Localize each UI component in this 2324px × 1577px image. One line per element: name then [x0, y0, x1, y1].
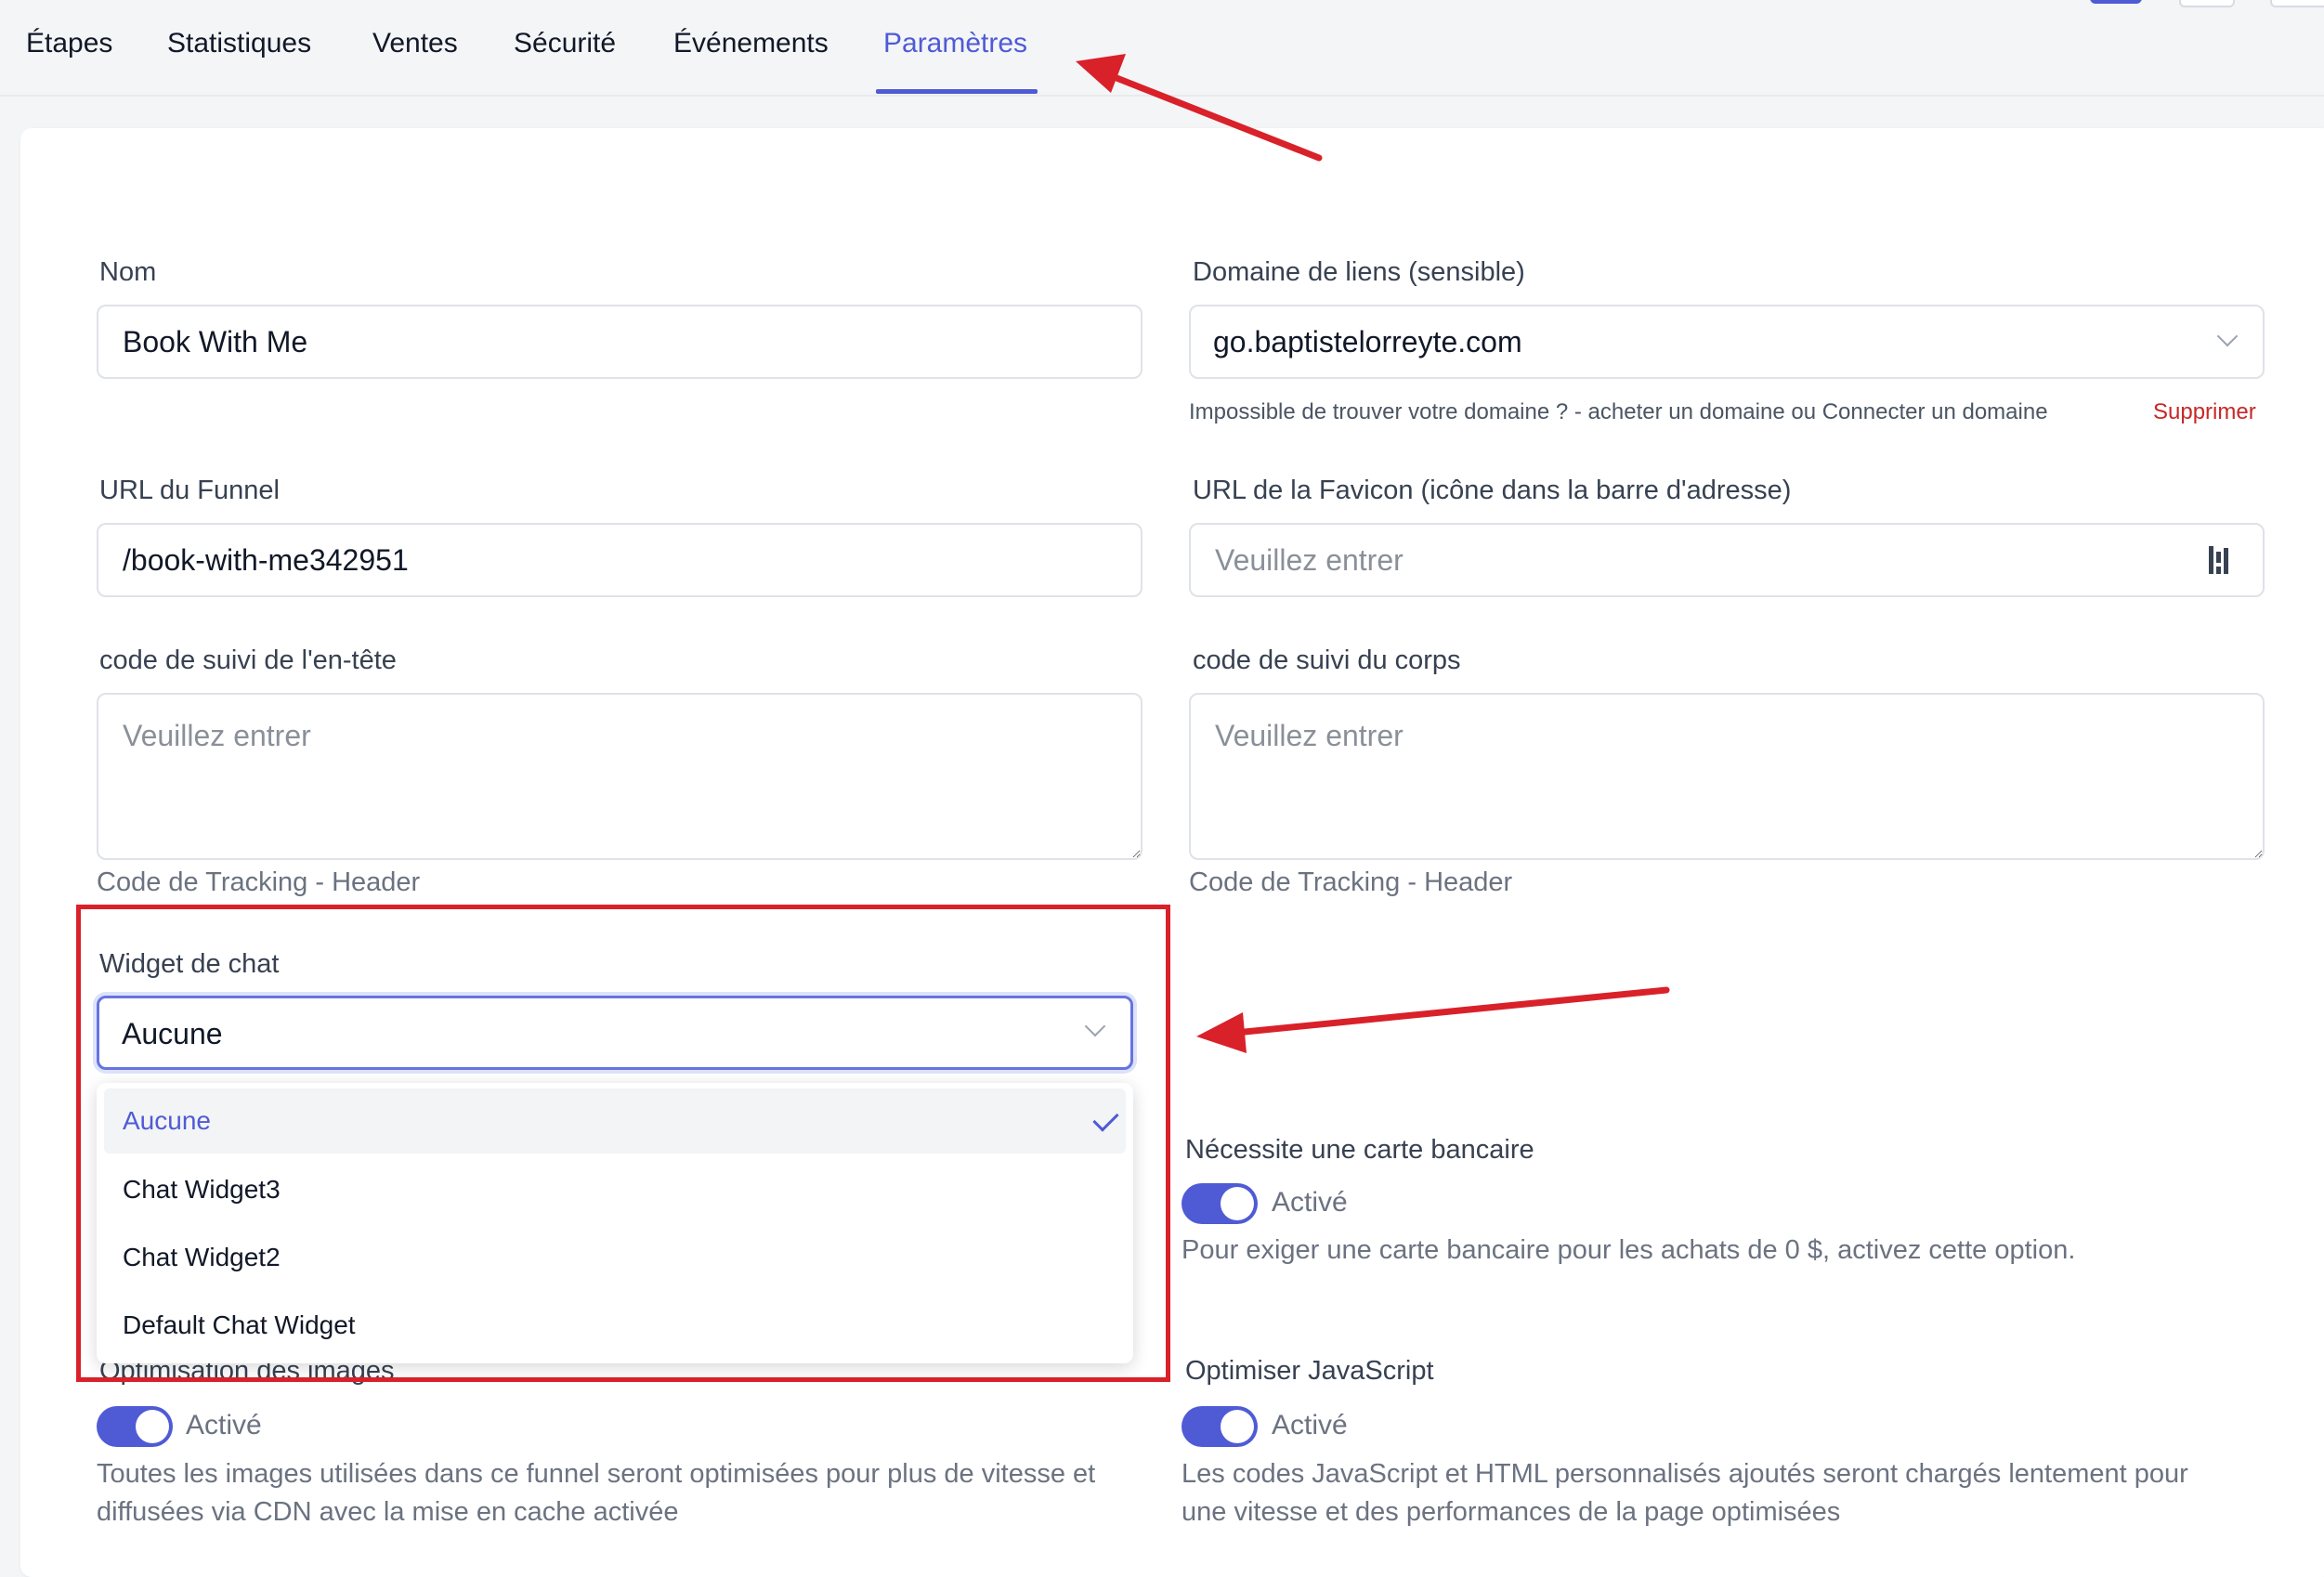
toolbar-button-primary[interactable] [2090, 0, 2142, 4]
funnel-url-input[interactable] [97, 523, 1142, 597]
body-code-label: code de suivi du corps [1193, 645, 1461, 675]
chat-widget-label: Widget de chat [99, 949, 280, 979]
image-opt-toggle[interactable] [97, 1406, 173, 1447]
dropdown-option-label: Aucune [123, 1106, 211, 1135]
dropdown-option-label: Default Chat Widget [123, 1310, 356, 1339]
dropdown-option-default-chat-widget[interactable]: Default Chat Widget [104, 1293, 1126, 1358]
dropdown-option-label: Chat Widget3 [123, 1175, 281, 1204]
favicon-url-label: URL de la Favicon (icône dans la barre d… [1193, 476, 1792, 505]
chevron-down-icon [2216, 325, 2239, 347]
image-opt-description-line1: Toutes les images utilisées dans ce funn… [97, 1459, 1096, 1489]
delete-domain-link[interactable]: Supprimer [2153, 399, 2256, 425]
favicon-url-input[interactable] [1189, 523, 2265, 597]
tab-etapes[interactable]: Étapes [26, 28, 112, 59]
chat-widget-select-value: Aucune [122, 1017, 223, 1050]
tab-ventes[interactable]: Ventes [372, 28, 458, 59]
image-opt-toggle-text: Activé [186, 1410, 262, 1440]
js-opt-label: Optimiser JavaScript [1185, 1356, 1434, 1386]
top-tabs: Étapes Statistiques Ventes Sécurité Évén… [0, 0, 2324, 97]
name-label: Nom [99, 257, 157, 287]
credit-card-label: Nécessite une carte bancaire [1185, 1135, 1534, 1165]
dropdown-option-chat-widget3[interactable]: Chat Widget3 [104, 1157, 1126, 1222]
body-code-textarea[interactable] [1189, 693, 2265, 860]
credit-card-description: Pour exiger une carte bancaire pour les … [1182, 1235, 2076, 1265]
dropdown-option-aucune[interactable]: Aucune [104, 1088, 1126, 1153]
js-opt-description-line2: une vitesse et des performances de la pa… [1182, 1497, 1841, 1527]
tab-evenements[interactable]: Événements [673, 28, 829, 59]
tab-parametres[interactable]: Paramètres [883, 28, 1027, 59]
js-opt-description-line1: Les codes JavaScript et HTML personnalis… [1182, 1459, 2188, 1489]
body-code-hint: Code de Tracking - Header [1189, 867, 1513, 897]
domain-select[interactable]: go.baptistelorreyte.com [1189, 305, 2265, 379]
header-code-textarea[interactable] [97, 693, 1142, 860]
chat-widget-select[interactable]: Aucune [97, 996, 1133, 1070]
tab-statistiques[interactable]: Statistiques [167, 28, 311, 59]
domain-label: Domaine de liens (sensible) [1193, 257, 1525, 287]
dropdown-option-chat-widget2[interactable]: Chat Widget2 [104, 1225, 1126, 1290]
checkmark-icon [1092, 1105, 1119, 1132]
tab-securite[interactable]: Sécurité [514, 28, 616, 59]
js-opt-toggle-text: Activé [1272, 1410, 1348, 1440]
funnel-url-label: URL du Funnel [99, 476, 280, 505]
header-code-label: code de suivi de l'en-tête [99, 645, 397, 675]
header-code-hint: Code de Tracking - Header [97, 867, 421, 897]
dropdown-option-label: Chat Widget2 [123, 1243, 281, 1271]
credit-card-toggle[interactable] [1182, 1183, 1258, 1224]
domain-select-value: go.baptistelorreyte.com [1213, 325, 1522, 358]
image-opt-description-line2: diffusées via CDN avec la mise en cache … [97, 1497, 679, 1527]
toolbar-button-tertiary[interactable] [2270, 0, 2324, 7]
js-opt-toggle[interactable] [1182, 1406, 1258, 1447]
name-input[interactable] [97, 305, 1142, 379]
chevron-down-icon [1084, 1015, 1106, 1037]
favicon-picker-icon[interactable] [2207, 544, 2231, 576]
domain-help-text: Impossible de trouver votre domaine ? - … [1189, 399, 2048, 424]
toolbar-button-secondary[interactable] [2179, 0, 2235, 7]
active-tab-indicator [876, 89, 1038, 94]
credit-card-toggle-text: Activé [1272, 1187, 1348, 1218]
chat-widget-dropdown: Aucune Chat Widget3 Chat Widget2 Default… [97, 1083, 1133, 1363]
